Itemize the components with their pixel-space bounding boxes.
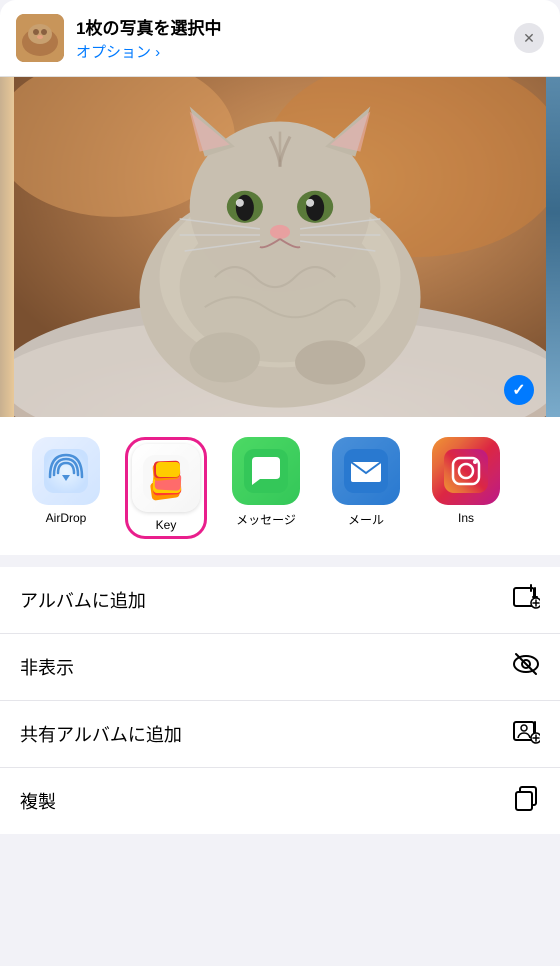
shared-album-label: 共有アルバムに追加 [20, 721, 182, 747]
instagram-icon-wrap: Ins [432, 437, 500, 525]
app-item-key[interactable]: Key [116, 437, 216, 539]
photo-left-peek [0, 77, 14, 417]
add-album-icon [512, 583, 540, 617]
header-option[interactable]: オプション › [76, 41, 502, 62]
shared-album-icon [512, 717, 540, 751]
apps-row: AirDrop Key [0, 417, 560, 555]
hide-label: 非表示 [20, 654, 74, 680]
key-icon-wrap: Key [125, 437, 207, 539]
close-button[interactable]: ✕ [514, 23, 544, 53]
selected-checkmark: ✓ [504, 375, 534, 405]
menu-item-add-album[interactable]: アルバムに追加 [0, 567, 560, 634]
app-item-instagram[interactable]: Ins [416, 437, 516, 539]
key-label: Key [156, 518, 177, 532]
app-item-mail[interactable]: メール [316, 437, 416, 539]
photo-right-peek [546, 77, 560, 417]
menu-list: アルバムに追加 非表示 共有アルバムに追加 [0, 567, 560, 834]
share-header: 1枚の写真を選択中 オプション › ✕ [0, 0, 560, 77]
app-item-messages[interactable]: メッセージ [216, 437, 316, 539]
menu-item-duplicate[interactable]: 複製 [0, 768, 560, 834]
hide-icon [512, 650, 540, 684]
instagram-app-icon [432, 437, 500, 505]
instagram-label: Ins [458, 511, 474, 525]
airdrop-icon-wrap: AirDrop [32, 437, 100, 525]
airdrop-app-icon [32, 437, 100, 505]
header-text: 1枚の写真を選択中 オプション › [76, 14, 502, 62]
menu-item-hide[interactable]: 非表示 [0, 634, 560, 701]
header-title: 1枚の写真を選択中 [76, 14, 502, 39]
mail-app-icon [332, 437, 400, 505]
duplicate-icon [512, 784, 540, 818]
duplicate-label: 複製 [20, 788, 56, 814]
messages-app-icon [232, 437, 300, 505]
airdrop-label: AirDrop [46, 511, 87, 525]
messages-icon-wrap: メッセージ [232, 437, 300, 528]
messages-label: メッセージ [236, 511, 296, 528]
photo-strip: ✓ [0, 77, 560, 417]
menu-item-shared-album[interactable]: 共有アルバムに追加 [0, 701, 560, 768]
app-item-airdrop[interactable]: AirDrop [16, 437, 116, 539]
thumbnail-image [16, 14, 64, 62]
mail-label: メール [348, 511, 384, 528]
key-app-icon [132, 444, 200, 512]
header-thumbnail [16, 14, 64, 62]
mail-icon-wrap: メール [332, 437, 400, 528]
add-album-label: アルバムに追加 [20, 587, 146, 613]
photo-main: ✓ [14, 77, 546, 417]
